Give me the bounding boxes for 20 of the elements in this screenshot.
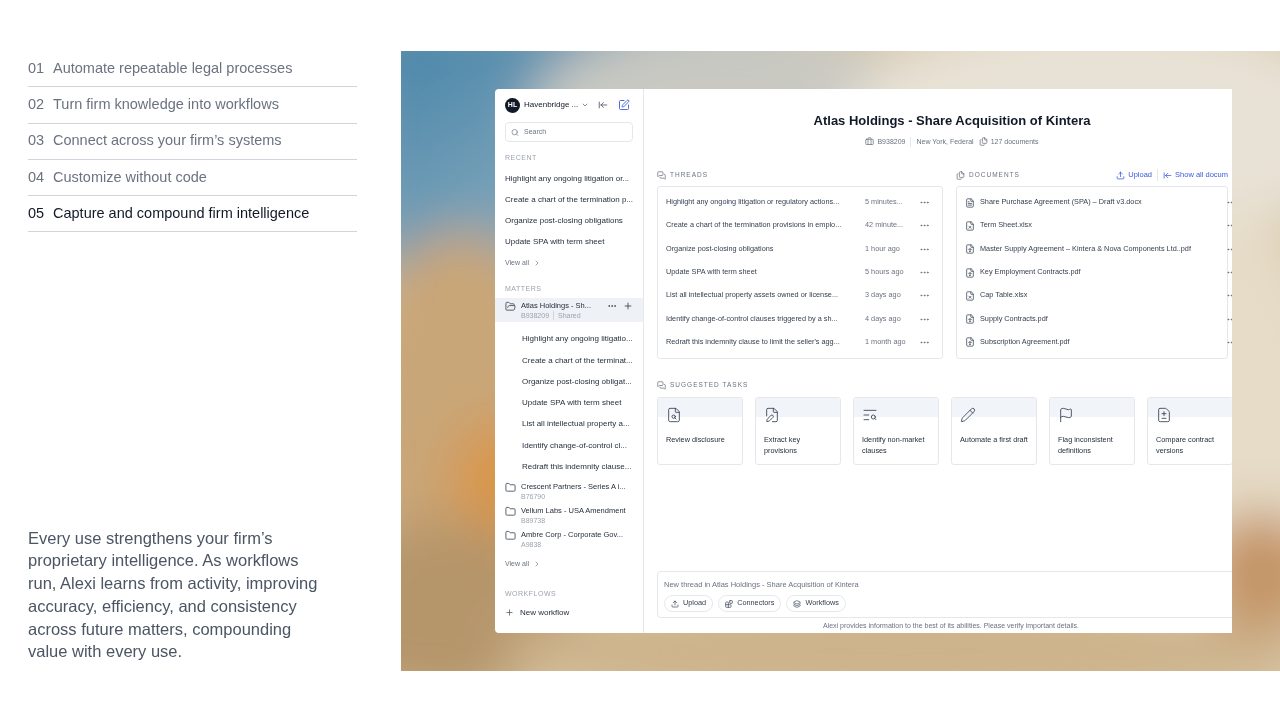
recent-thread-item[interactable]: Organize post-closing obligations bbox=[505, 216, 633, 225]
description-paragraph: Every use strengthens your firm’s proprietary intelligence. As workflows run, Alexi learns from activity, improving accuracy, efficiency, and consistency across future matters, compounding value with every use. bbox=[28, 527, 319, 663]
matter-thread-item[interactable]: List all intellectual property a... bbox=[522, 419, 633, 429]
recent-thread-item[interactable]: Update SPA with term sheet bbox=[505, 237, 633, 246]
matter-thread-item[interactable]: Organize post-closing obligat... bbox=[522, 376, 633, 386]
matter-thread-item[interactable]: Redraft this indemnity clause... bbox=[522, 462, 633, 472]
feature-item[interactable]: 05 Capture and compound firm intelligence bbox=[28, 196, 357, 233]
new-workflow-button[interactable]: New workflow bbox=[505, 608, 633, 618]
matter-thread-item[interactable]: Update SPA with term sheet bbox=[522, 398, 633, 408]
matter-title: Atlas Holdings - Share Acquisition of Kintera bbox=[813, 112, 1091, 130]
matter-thread-item[interactable]: Identify change-of-control cl... bbox=[522, 440, 633, 450]
recent-thread-item[interactable]: Highlight any ongoing litigation or... bbox=[505, 174, 633, 183]
matter-thread-item[interactable]: Highlight any ongoing litigatio... bbox=[522, 334, 633, 344]
feature-item[interactable]: 03 Connect across your firm’s systems bbox=[28, 123, 357, 160]
feature-item[interactable]: 01 Automate repeatable legal processes bbox=[28, 51, 357, 88]
workspace-name[interactable]: Havenbridge ... bbox=[524, 99, 579, 111]
matter-thread-item[interactable]: Create a chart of the terminat... bbox=[522, 355, 633, 365]
feature-item[interactable]: 04 Customize without code bbox=[28, 159, 357, 197]
recent-thread-item[interactable]: Create a chart of the termination p... bbox=[505, 195, 633, 204]
feature-item[interactable]: 02 Turn firm knowledge into workflows bbox=[28, 87, 357, 124]
